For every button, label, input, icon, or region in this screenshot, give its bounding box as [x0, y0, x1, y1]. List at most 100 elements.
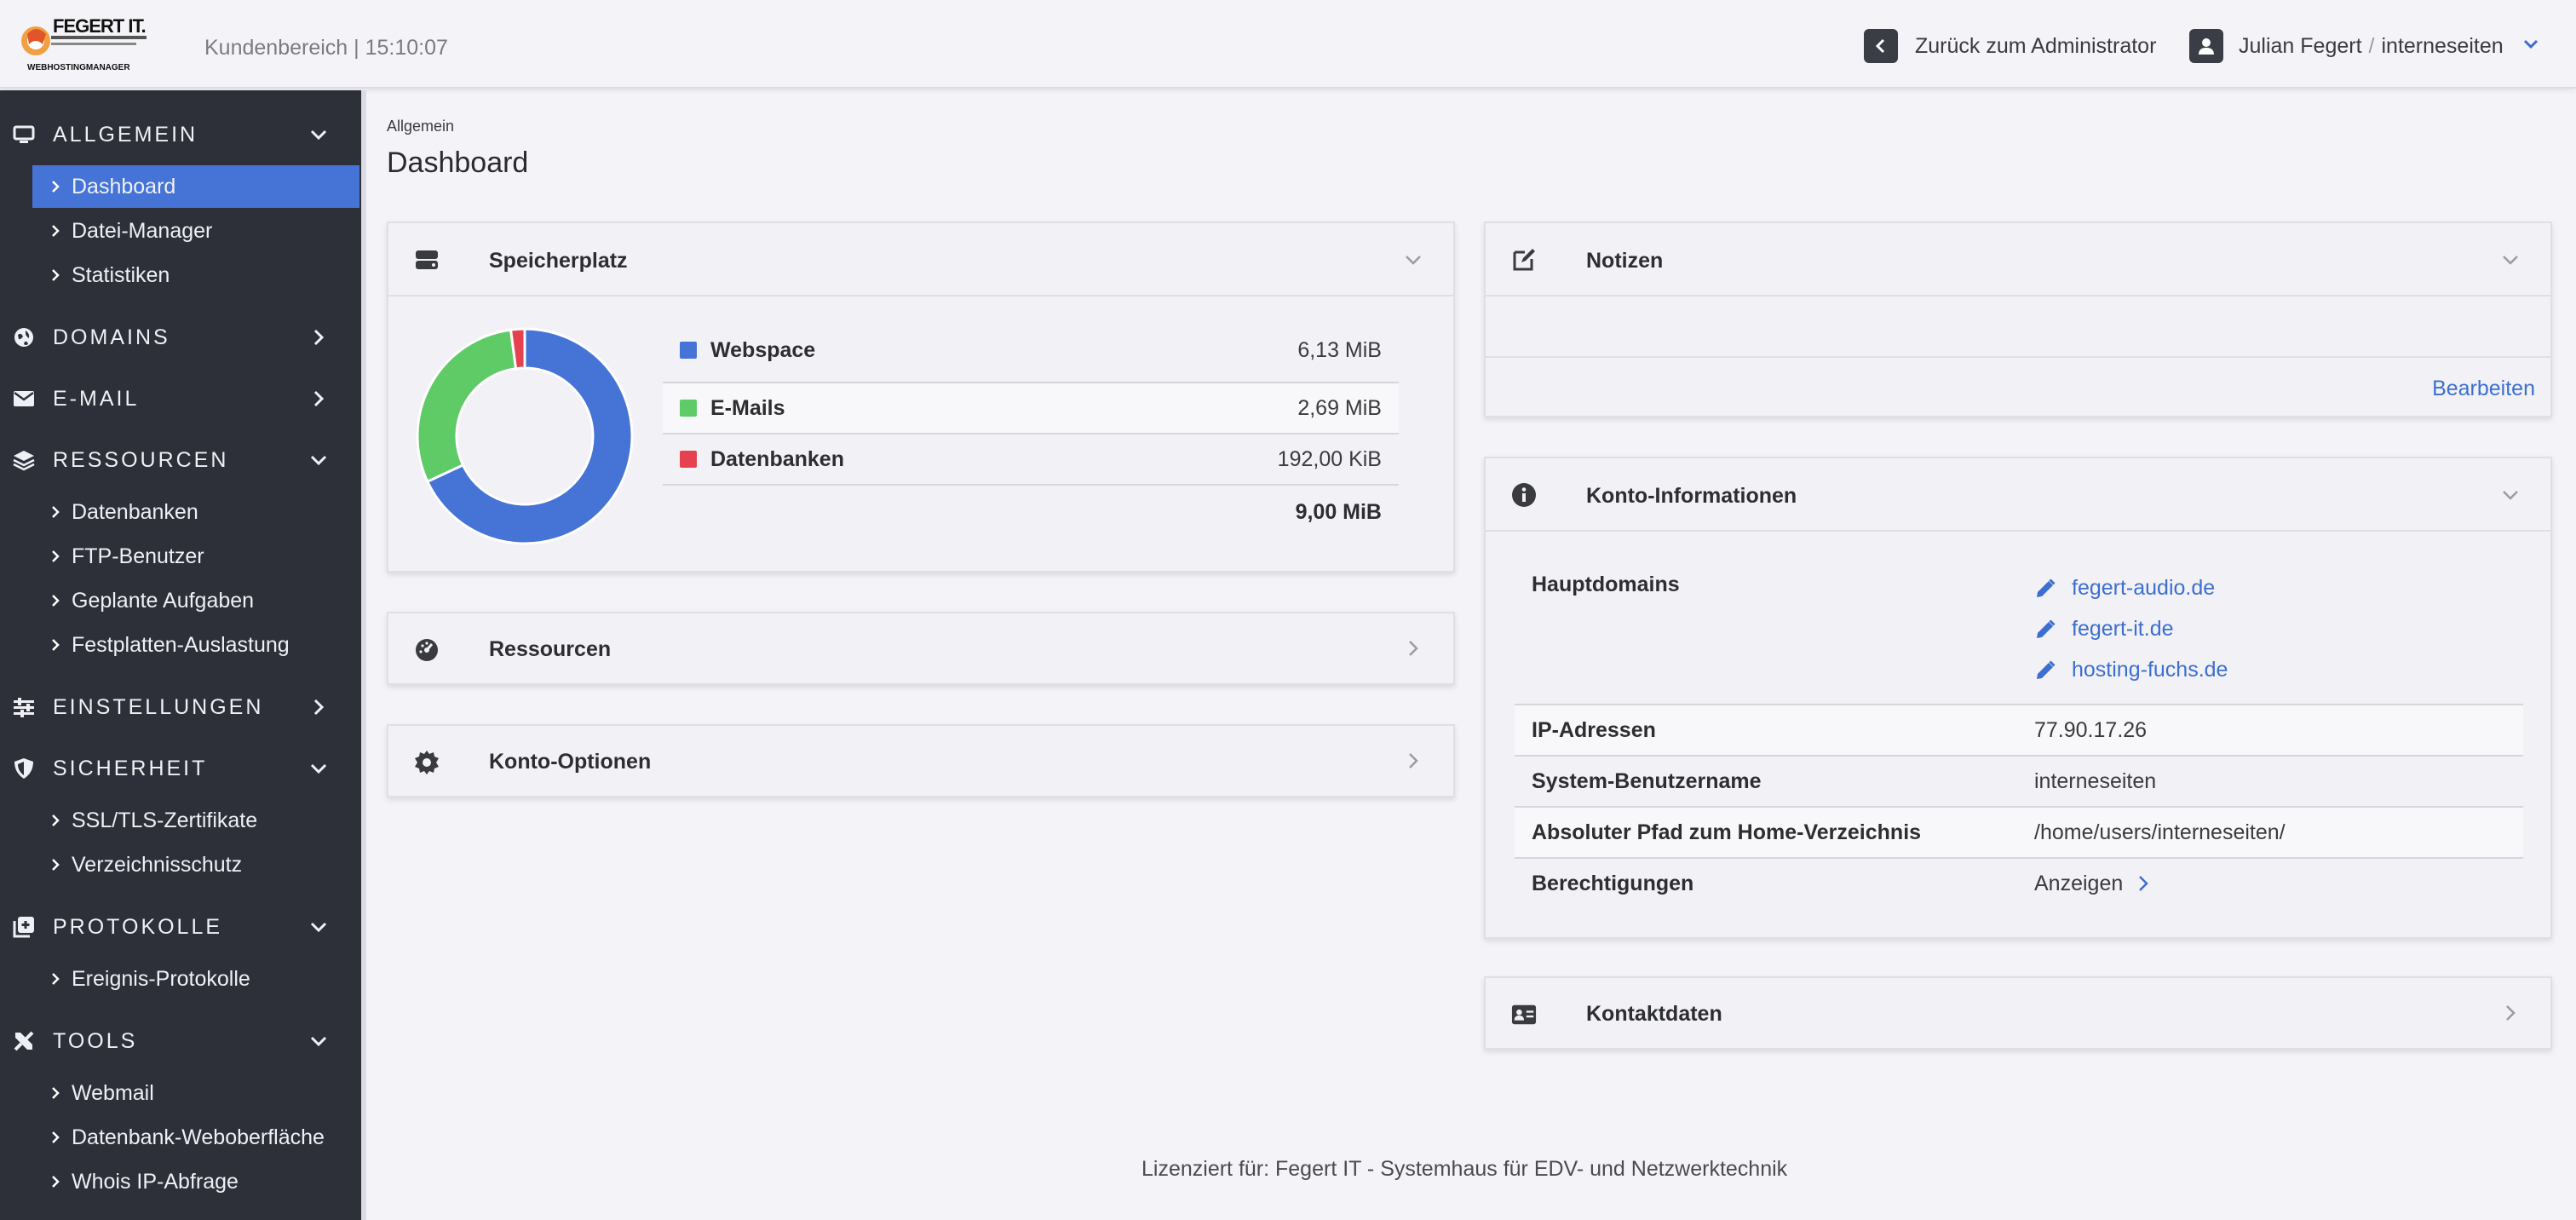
chevron-down-icon: [307, 1029, 331, 1053]
breadcrumb[interactable]: Allgemein: [387, 118, 454, 135]
info-row-berechtigungen: Berechtigungen Anzeigen: [1515, 859, 2523, 908]
contact-card-icon: [1511, 1002, 1537, 1027]
sidebar-item-ssl-tls-zertifikate[interactable]: SSL/TLS-Zertifikate: [32, 799, 359, 842]
storage-total: 9,00 MiB: [1295, 499, 1382, 524]
tools-icon: [12, 1029, 36, 1053]
sidebar-item-ftp-benutzer[interactable]: FTP-Benutzer: [32, 535, 359, 578]
chevron-right-icon: [1402, 750, 1424, 772]
sidebar-section-email[interactable]: E-MAIL: [0, 373, 361, 424]
notizen-card: Notizen Bearbeiten: [1484, 222, 2552, 417]
info-value: interneseiten: [2034, 768, 2157, 793]
notizen-edit-link[interactable]: Bearbeiten: [2432, 377, 2535, 401]
chevron-right-icon: [51, 1175, 70, 1188]
top-header: FEGERT IT. WEBHOSTINGMANAGER Kundenberei…: [0, 0, 2576, 89]
pencil-icon: [2034, 659, 2056, 682]
chevron-right-icon: [51, 814, 70, 827]
sidebar-section-sicherheit[interactable]: SICHERHEIT: [0, 743, 361, 794]
sidebar-section-domains[interactable]: DOMAINS: [0, 312, 361, 363]
logo-text: FEGERT IT.: [53, 15, 147, 37]
sidebar-item-datei-manager[interactable]: Datei-Manager: [32, 210, 359, 252]
notizen-card-header[interactable]: Notizen: [1486, 223, 2550, 295]
konto-optionen-card-header[interactable]: Konto-Optionen: [388, 726, 1453, 797]
layers-icon: [12, 448, 36, 472]
sidebar-item-label: SSL/TLS-Zertifikate: [72, 808, 258, 832]
monitor-icon: [12, 123, 36, 147]
speicherplatz-card: Speicherplatz Webspace 6,13 MiB E-Mails …: [387, 222, 1455, 573]
legend-label: Datenbanken: [710, 446, 844, 471]
legend-value: 2,69 MiB: [1297, 395, 1382, 420]
legend-row-emails: E-Mails 2,69 MiB: [663, 383, 1399, 433]
sidebar-section-einstellungen[interactable]: EINSTELLUNGEN: [0, 682, 361, 733]
legend-swatch: [680, 342, 697, 359]
sidebar-item-whois-ip-abfrage[interactable]: Whois IP-Abfrage: [32, 1160, 359, 1203]
sidebar-item-label: Geplante Aufgaben: [72, 588, 255, 613]
sidebar-item-webmail[interactable]: Webmail: [32, 1072, 359, 1114]
sliders-icon: [12, 695, 36, 719]
domain-label: fegert-it.de: [2072, 617, 2174, 641]
domain-link[interactable]: hosting-fuchs.de: [2034, 658, 2228, 682]
chevron-down-icon: [2499, 249, 2521, 271]
sidebar-item-ereignis-protokolle[interactable]: Ereignis-Protokolle: [32, 958, 359, 1000]
card-divider: [1486, 295, 2550, 296]
sidebar-item-festplatten-auslastung[interactable]: Festplatten-Auslastung: [32, 624, 359, 666]
pencil-icon: [2034, 578, 2056, 600]
speicherplatz-card-header[interactable]: Speicherplatz: [388, 223, 1453, 295]
chevron-right-icon: [51, 224, 70, 238]
back-to-admin-button[interactable]: Zurück zum Administrator: [1864, 29, 2156, 63]
sidebar-item-geplante-aufgaben[interactable]: Geplante Aufgaben: [32, 579, 359, 622]
chevron-right-icon: [2499, 1002, 2521, 1024]
sidebar-item-datenbank-weboberflaeche[interactable]: Datenbank-Weboberfläche: [32, 1116, 359, 1159]
sidebar-section-allgemein[interactable]: ALLGEMEIN: [0, 109, 361, 160]
chevron-right-icon: [51, 858, 70, 872]
domain-link[interactable]: fegert-it.de: [2034, 617, 2174, 642]
chevron-right-icon: [51, 505, 70, 519]
ressourcen-card-header[interactable]: Ressourcen: [388, 613, 1453, 685]
company-logo[interactable]: FEGERT IT. WEBHOSTINGMANAGER: [19, 15, 169, 77]
legend-value: 6,13 MiB: [1297, 337, 1382, 362]
kontaktdaten-card-header[interactable]: Kontaktdaten: [1486, 978, 2550, 1050]
hauptdomains-label: Hauptdomains: [1532, 573, 1680, 596]
kontaktdaten-card[interactable]: Kontaktdaten: [1484, 976, 2552, 1050]
domain-link[interactable]: fegert-audio.de: [2034, 576, 2215, 601]
chevron-right-icon: [51, 268, 70, 282]
sidebar-section-label: SICHERHEIT: [53, 756, 208, 780]
sidebar-item-label: Dashboard: [72, 174, 176, 199]
sidebar-item-verzeichnisschutz[interactable]: Verzeichnisschutz: [32, 843, 359, 886]
sidebar-section-tools[interactable]: TOOLS: [0, 1016, 361, 1067]
konto-informationen-card: Konto-Informationen Hauptdomains fegert-…: [1484, 457, 2552, 939]
legend-swatch: [680, 451, 697, 468]
sidebar-item-statistiken[interactable]: Statistiken: [32, 254, 359, 296]
sidebar-section-ressourcen[interactable]: RESSOURCEN: [0, 434, 361, 486]
info-icon: [1511, 482, 1537, 508]
sidebar-section-protokolle[interactable]: PROTOKOLLE: [0, 901, 361, 952]
user-menu[interactable]: Julian Fegert / interneseiten: [2189, 29, 2539, 63]
konto-informationen-card-header[interactable]: Konto-Informationen: [1486, 458, 2550, 530]
konto-optionen-card[interactable]: Konto-Optionen: [387, 724, 1455, 797]
sidebar-item-datenbanken[interactable]: Datenbanken: [32, 491, 359, 533]
card-title: Speicherplatz: [489, 249, 628, 273]
chevron-left-icon: [1864, 29, 1898, 63]
chevron-down-icon: [307, 915, 331, 939]
berechtigungen-show-link[interactable]: Anzeigen: [2034, 872, 2149, 896]
hard-drive-icon: [414, 247, 440, 273]
chevron-right-icon: [2138, 875, 2149, 892]
donut-slice-e-mails: [416, 328, 518, 484]
legend-row-datenbanken: Datenbanken 192,00 KiB: [663, 434, 1399, 484]
sidebar-section-label: ALLGEMEIN: [53, 122, 198, 147]
ressourcen-card[interactable]: Ressourcen: [387, 612, 1455, 685]
chevron-down-icon: [307, 757, 331, 780]
sidebar-section-label: EINSTELLUNGEN: [53, 694, 264, 719]
chevron-right-icon: [51, 638, 70, 652]
storage-donut-chart: [416, 327, 634, 545]
sidebar-item-label: Statistiken: [72, 262, 170, 287]
sidebar-item-dashboard[interactable]: Dashboard: [32, 165, 359, 208]
chevron-right-icon: [51, 972, 70, 986]
sidebar-item-label: Festplatten-Auslastung: [72, 632, 290, 657]
legend-total-row: 9,00 MiB: [663, 487, 1399, 537]
sidebar-section-label: TOOLS: [53, 1028, 138, 1053]
info-row-ip: IP-Adressen 77.90.17.26: [1515, 705, 2523, 755]
pencil-icon: [2034, 619, 2056, 641]
sidebar-item-label: Datenbanken: [72, 499, 198, 524]
legend-label: E-Mails: [710, 395, 785, 420]
info-key: Absoluter Pfad zum Home-Verzeichnis: [1532, 820, 1922, 844]
